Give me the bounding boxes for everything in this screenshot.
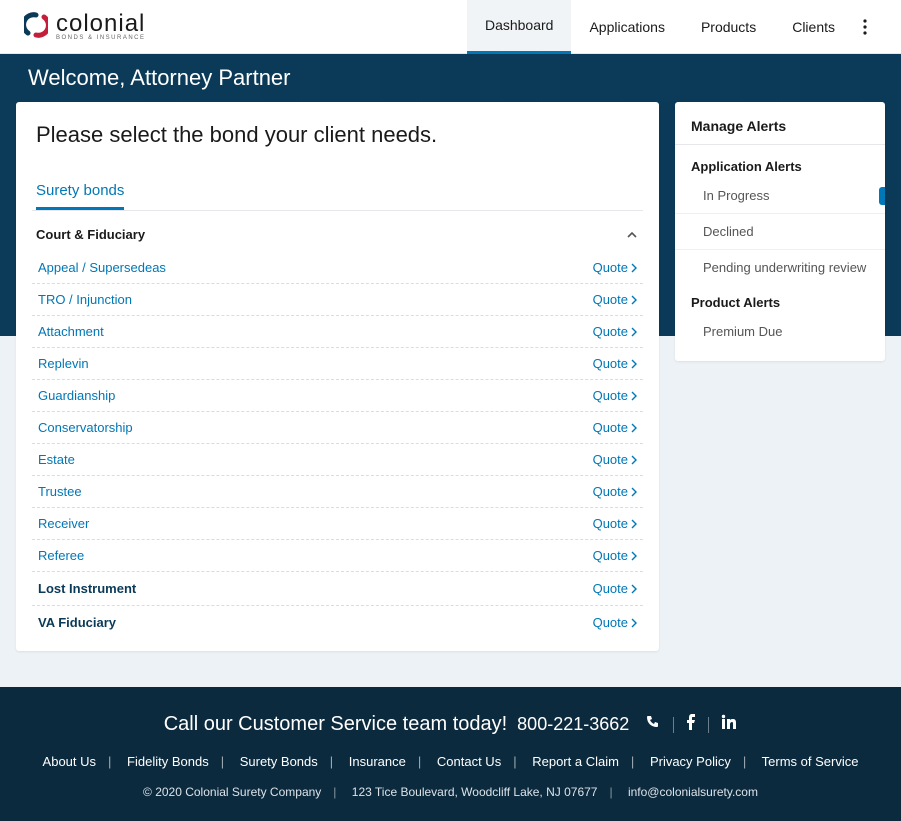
quote-button[interactable]: Quote (593, 484, 637, 499)
brand-logo[interactable]: colonial BONDS & INSURANCE (24, 12, 146, 42)
quote-button[interactable]: Quote (593, 388, 637, 403)
main-nav: Dashboard Applications Products Clients (467, 0, 877, 54)
quote-button[interactable]: Quote (593, 516, 637, 531)
bond-conservatorship[interactable]: Conservatorship (38, 420, 133, 435)
footer-link-surety[interactable]: Surety Bonds (240, 754, 318, 769)
bond-replevin[interactable]: Replevin (38, 356, 89, 371)
category-label: Court & Fiduciary (36, 227, 145, 242)
alert-pending-underwriting[interactable]: Pending underwriting review (675, 250, 885, 285)
bond-row: TRO / Injunction Quote (32, 284, 643, 316)
bond-tro-injunction[interactable]: TRO / Injunction (38, 292, 132, 307)
quote-button[interactable]: Quote (593, 292, 637, 307)
quote-button[interactable]: Quote (593, 581, 637, 596)
nav-clients[interactable]: Clients (774, 0, 853, 54)
nav-applications[interactable]: Applications (571, 0, 683, 54)
bond-appeal-supersedeas[interactable]: Appeal / Supersedeas (38, 260, 166, 275)
product-alerts-header: Product Alerts (675, 285, 885, 314)
footer-copyright: © 2020 Colonial Surety Company (143, 785, 321, 799)
bond-row: Receiver Quote (32, 508, 643, 540)
footer-link-about[interactable]: About Us (43, 754, 96, 769)
category-header-court-fiduciary[interactable]: Court & Fiduciary (32, 217, 643, 252)
bond-receiver[interactable]: Receiver (38, 516, 89, 531)
quote-button[interactable]: Quote (593, 356, 637, 371)
nav-dashboard[interactable]: Dashboard (467, 0, 572, 54)
bond-guardianship[interactable]: Guardianship (38, 388, 115, 403)
bond-row: Referee Quote (32, 540, 643, 571)
brand-subtitle: BONDS & INSURANCE (56, 35, 146, 41)
quote-button[interactable]: Quote (593, 452, 637, 467)
tabs-row: Surety bonds (32, 174, 643, 211)
linkedin-icon[interactable] (721, 713, 737, 736)
logo-mark-icon (24, 15, 48, 39)
nav-more-menu[interactable] (853, 0, 877, 54)
brand-name: colonial (56, 12, 146, 36)
alerts-title: Manage Alerts (675, 118, 885, 145)
alerts-panel: Manage Alerts Application Alerts In Prog… (675, 102, 885, 361)
bond-row: Replevin Quote (32, 348, 643, 380)
bond-list-court-fiduciary: Appeal / Supersedeas Quote TRO / Injuncti… (32, 252, 643, 571)
category-label: Lost Instrument (38, 581, 136, 596)
alert-premium-due[interactable]: Premium Due (675, 314, 885, 349)
bond-row: Attachment Quote (32, 316, 643, 348)
tab-surety-bonds[interactable]: Surety bonds (36, 174, 124, 210)
bond-row: Appeal / Supersedeas Quote (32, 252, 643, 284)
bond-row: Guardianship Quote (32, 380, 643, 412)
footer-phone[interactable]: 800-221-3662 (517, 714, 629, 735)
application-alerts-header: Application Alerts (675, 149, 885, 178)
application-alerts-list: In Progress Declined Pending underwritin… (675, 178, 885, 285)
chevron-up-icon (625, 228, 639, 242)
footer-link-report-claim[interactable]: Report a Claim (532, 754, 619, 769)
bond-row: Conservatorship Quote (32, 412, 643, 444)
hero-banner: Welcome, Attorney Partner (0, 54, 901, 102)
category-court-fiduciary: Court & Fiduciary Appeal / Supersedeas Qu… (32, 217, 643, 571)
quote-button[interactable]: Quote (593, 615, 637, 630)
topbar: colonial BONDS & INSURANCE Dashboard App… (0, 0, 901, 54)
kebab-icon (863, 19, 867, 35)
category-header-lost-instrument[interactable]: Lost Instrument Quote (32, 571, 643, 605)
quote-button[interactable]: Quote (593, 548, 637, 563)
bond-estate[interactable]: Estate (38, 452, 75, 467)
footer-links: About Us| Fidelity Bonds| Surety Bonds| … (0, 750, 901, 785)
footer-legal: © 2020 Colonial Surety Company| 123 Tice… (0, 785, 901, 821)
bond-referee[interactable]: Referee (38, 548, 84, 563)
facebook-icon[interactable] (686, 713, 696, 736)
bond-row: Trustee Quote (32, 476, 643, 508)
footer-address: 123 Tice Boulevard, Woodcliff Lake, NJ 0… (352, 785, 598, 799)
bond-trustee[interactable]: Trustee (38, 484, 82, 499)
footer-cta: Call our Customer Service team today! (164, 713, 507, 736)
footer-link-insurance[interactable]: Insurance (349, 754, 406, 769)
main-title: Please select the bond your client needs… (32, 122, 643, 156)
bond-row: Estate Quote (32, 444, 643, 476)
footer: Call our Customer Service team today! 80… (0, 687, 901, 821)
footer-link-terms[interactable]: Terms of Service (762, 754, 859, 769)
nav-products[interactable]: Products (683, 0, 774, 54)
product-alerts-list: Premium Due (675, 314, 885, 349)
bond-attachment[interactable]: Attachment (38, 324, 104, 339)
welcome-text: Welcome, Attorney Partner (28, 65, 291, 91)
phone-icon[interactable] (645, 713, 661, 736)
quote-button[interactable]: Quote (593, 420, 637, 435)
quote-button[interactable]: Quote (593, 260, 637, 275)
category-label: VA Fiduciary (38, 615, 116, 630)
footer-email[interactable]: info@colonialsurety.com (628, 785, 758, 799)
footer-link-contact[interactable]: Contact Us (437, 754, 501, 769)
footer-link-fidelity[interactable]: Fidelity Bonds (127, 754, 209, 769)
alert-in-progress[interactable]: In Progress (675, 178, 885, 214)
footer-link-privacy[interactable]: Privacy Policy (650, 754, 731, 769)
alert-declined[interactable]: Declined (675, 214, 885, 250)
quote-button[interactable]: Quote (593, 324, 637, 339)
category-header-va-fiduciary[interactable]: VA Fiduciary Quote (32, 605, 643, 639)
bond-selector-panel: Please select the bond your client needs… (16, 102, 659, 651)
